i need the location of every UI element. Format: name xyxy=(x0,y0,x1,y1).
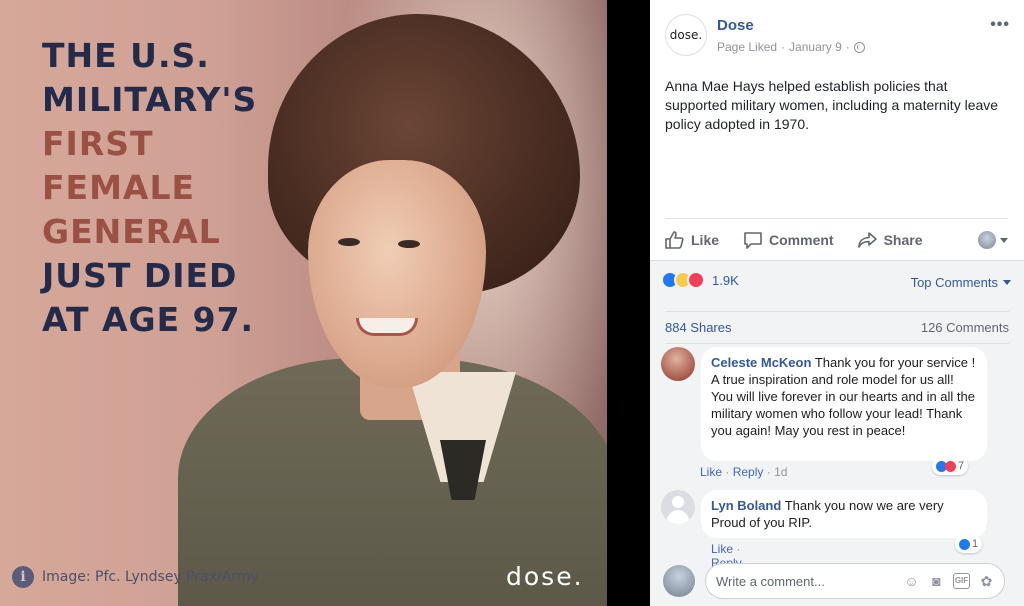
share-icon xyxy=(857,231,877,248)
share-label: Share xyxy=(883,231,923,248)
comment-reply-link[interactable]: Reply xyxy=(733,465,764,479)
audience-selector[interactable] xyxy=(978,231,1008,249)
camera-icon[interactable]: ◙ xyxy=(928,573,945,590)
comment-bubble: Celeste McKeon Thank you for your servic… xyxy=(701,347,987,461)
headline-line: MILITARY'S xyxy=(42,80,258,119)
love-reaction-icon xyxy=(687,271,705,289)
sticker-icon[interactable]: ✿ xyxy=(978,573,995,590)
headline-line: GENERAL xyxy=(42,212,221,251)
page-liked-label: Page Liked xyxy=(717,40,778,54)
default-avatar-icon xyxy=(672,496,684,508)
portrait-smile xyxy=(356,318,418,336)
caret-down-icon xyxy=(1000,237,1008,243)
comment-reaction-count: 1 xyxy=(972,538,979,550)
comment-author-link[interactable]: Celeste McKeon xyxy=(711,355,811,370)
comments-count-link[interactable]: 126 Comments xyxy=(921,320,1009,335)
dot-separator: · xyxy=(766,465,771,479)
more-options-button[interactable]: ••• xyxy=(990,16,1010,34)
post-panel: dose. Dose Page Liked · January 9 · ••• … xyxy=(650,0,1024,606)
globe-icon xyxy=(853,41,865,53)
comment-reactions[interactable]: 1 xyxy=(955,535,983,553)
photo-credit-text: Image: Pfc. Lyndsey Prax/Army xyxy=(42,569,259,585)
write-comment-row: ☺ ◙ GIF ✿ xyxy=(663,563,1013,601)
comment-actions: Like · Reply · 1d xyxy=(700,465,787,479)
gif-icon[interactable]: GIF xyxy=(953,573,970,589)
comment-like-link[interactable]: Like xyxy=(711,542,733,556)
headline-line: JUST DIED xyxy=(42,256,238,295)
dot-separator: · xyxy=(725,465,730,479)
post-action-bar: Like Comment Share xyxy=(665,218,1008,260)
post-text: Anna Mae Hays helped establish policies … xyxy=(665,78,999,132)
meta-separator: · xyxy=(781,40,786,54)
like-label: Like xyxy=(691,231,720,248)
comment-sort-label: Top Comments xyxy=(910,275,998,290)
headline-line: FEMALE xyxy=(42,168,196,207)
comment-reaction-count: 7 xyxy=(958,460,965,472)
comment-like-link[interactable]: Like xyxy=(700,465,722,479)
page-name-link[interactable]: Dose xyxy=(717,17,754,34)
dot-separator: · xyxy=(736,542,741,556)
like-button[interactable]: Like xyxy=(665,230,720,249)
comment-author-link[interactable]: Lyn Boland xyxy=(711,498,781,513)
commenter-avatar[interactable] xyxy=(661,490,695,524)
comment-sort-dropdown[interactable]: Top Comments xyxy=(911,275,1011,290)
divider xyxy=(665,343,1009,344)
default-avatar-body xyxy=(667,510,689,524)
counts-row: 884 Shares 126 Comments xyxy=(665,311,1009,343)
post-meta: Page Liked · January 9 · xyxy=(717,40,865,54)
user-avatar xyxy=(978,231,996,249)
headline-line: AT AGE 97. xyxy=(42,300,255,339)
post-header: dose. Dose Page Liked · January 9 · ••• xyxy=(665,14,1010,58)
portrait-eye xyxy=(398,240,420,248)
comment-icon xyxy=(744,231,762,249)
comment-label: Comment xyxy=(769,231,834,248)
post-date-link[interactable]: January 9 xyxy=(789,40,842,54)
comment-bubble: Lyn Boland Thank you now we are very Pro… xyxy=(701,490,987,538)
comment-reactions[interactable]: 7 xyxy=(932,457,969,475)
dose-logo: dose. xyxy=(506,562,584,591)
meta-separator: · xyxy=(845,40,850,54)
comment-button[interactable]: Comment xyxy=(743,231,834,249)
post-image[interactable]: THE U.S. MILITARY'S FIRST FEMALE GENERAL… xyxy=(0,0,607,606)
user-avatar xyxy=(663,565,695,597)
emoji-icon[interactable]: ☺ xyxy=(903,573,920,590)
page-avatar[interactable]: dose. xyxy=(665,14,707,56)
comment-input-tools: ☺ ◙ GIF ✿ xyxy=(903,573,995,590)
photo-credit: i Image: Pfc. Lyndsey Prax/Army xyxy=(12,566,259,588)
portrait-eye xyxy=(338,238,360,246)
comment-time[interactable]: 1d xyxy=(774,465,787,479)
shares-count-link[interactable]: 884 Shares xyxy=(665,320,732,335)
thumbs-up-icon xyxy=(665,230,684,249)
love-reaction-icon xyxy=(945,460,956,472)
headline: THE U.S. MILITARY'S FIRST FEMALE GENERAL… xyxy=(42,34,257,342)
headline-line: FIRST xyxy=(42,124,154,163)
share-button[interactable]: Share xyxy=(857,231,923,249)
reaction-count: 1.9K xyxy=(712,272,739,288)
like-reaction-icon xyxy=(959,538,970,550)
caret-down-icon xyxy=(1003,280,1011,285)
headline-line: THE U.S. xyxy=(42,36,210,75)
reactions-summary[interactable]: 1.9K xyxy=(661,271,739,289)
info-icon: i xyxy=(12,566,34,588)
feedback-section: 1.9K Top Comments 884 Shares 126 Comment… xyxy=(650,260,1024,606)
commenter-avatar[interactable] xyxy=(661,347,695,381)
